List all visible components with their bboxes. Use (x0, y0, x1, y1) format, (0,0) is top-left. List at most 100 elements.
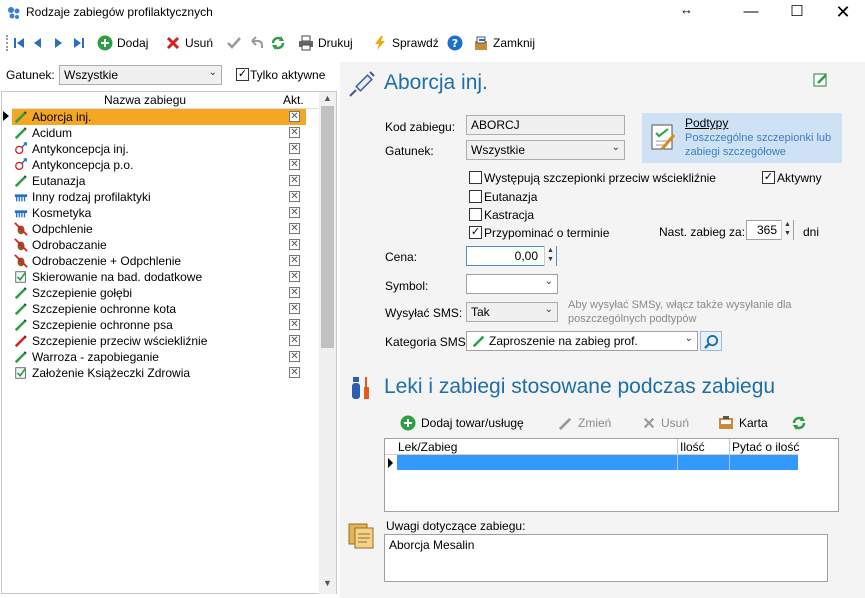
maximize-button[interactable]: ☐ (774, 0, 820, 26)
reminder-label: Przypominać o terminie (484, 226, 610, 240)
active-checkbox[interactable]: ✕ (289, 335, 300, 346)
active-checkbox[interactable]: ✕ (289, 303, 300, 314)
list-item[interactable]: Odpchlenie ✕ (12, 221, 306, 237)
active-checkbox[interactable]: ✕ (289, 191, 300, 202)
syringe-icon (14, 303, 27, 316)
chevron-down-icon: ⌄ (684, 333, 693, 344)
minimize-button[interactable]: — (728, 0, 774, 26)
sms-category-select[interactable]: Zaproszenie na zabieg prof. ⌄ (466, 331, 698, 351)
list-item[interactable]: Antykoncepcja p.o. ✕ (12, 157, 306, 173)
list-item[interactable]: Szczepienie ochronne kota ✕ (12, 301, 306, 317)
list-item[interactable]: Eutanazja ✕ (12, 173, 306, 189)
meds-grid-new-row[interactable] (397, 455, 798, 470)
list-item[interactable]: Odrobaczenie + Odpchlenie ✕ (12, 253, 306, 269)
last-record-button[interactable] (70, 33, 86, 53)
list-item[interactable]: Kosmetyka ✕ (12, 205, 306, 221)
active-checkbox[interactable]: ✕ (289, 159, 300, 170)
active-checkbox[interactable]: ✕ (289, 271, 300, 282)
delete-item-button[interactable]: Usuń (642, 414, 689, 432)
active-checkbox[interactable]: ✕ (289, 287, 300, 298)
check-button[interactable]: Sprawdź (372, 33, 439, 53)
active-checkbox[interactable]: ✕ (289, 351, 300, 362)
code-label: Kod zabiegu: (385, 120, 456, 134)
list-item-name: Inny rodzaj profilaktyki (32, 190, 151, 204)
active-checkbox[interactable]: ✕ (289, 111, 300, 122)
pencil-icon (558, 417, 572, 430)
species-filter-select[interactable]: Wszystkie ⌄ (59, 65, 222, 85)
save-button[interactable] (226, 33, 242, 53)
edit-icon[interactable] (813, 72, 829, 88)
lightning-icon (375, 36, 385, 50)
price-stepper[interactable]: ▲ ▼ (544, 246, 556, 266)
syringe-icon (14, 127, 27, 140)
reminder-checkbox[interactable]: ✓ (469, 226, 482, 239)
card-label: Karta (739, 416, 768, 430)
add-item-button[interactable]: Dodaj towar/usługę (400, 414, 524, 432)
active-checkbox[interactable]: ✕ (289, 319, 300, 330)
active-checkbox[interactable]: ✕ (289, 255, 300, 266)
column-header-item[interactable]: Lek/Zabieg (398, 440, 457, 454)
active-checkbox[interactable]: ✕ (289, 367, 300, 378)
rabies-vaccine-label: Występują szczepionki przeciw wściekliźn… (484, 171, 716, 185)
list-item-name: Szczepienie przeciw wściekliźnie (32, 334, 208, 348)
active-checkbox[interactable]: ✓ (762, 171, 775, 184)
refresh-button[interactable] (270, 33, 286, 53)
list-item[interactable]: Inny rodzaj profilaktyki ✕ (12, 189, 306, 205)
delete-button-label: Usuń (185, 36, 214, 50)
symbol-label: Symbol: (385, 279, 429, 293)
prev-record-button[interactable] (30, 33, 46, 53)
column-header-qty[interactable]: Ilość (680, 440, 705, 454)
active-checkbox[interactable]: ✕ (289, 143, 300, 154)
refresh-items-button[interactable] (791, 414, 807, 432)
symbol-select[interactable]: ⌄ (466, 274, 558, 294)
scrollbar-thumb[interactable] (321, 106, 334, 348)
list-item[interactable]: Skierowanie na bad. dodatkowe ✕ (12, 269, 306, 285)
sms-select[interactable]: Tak ⌄ (466, 302, 558, 322)
delete-button[interactable]: Usuń (165, 33, 213, 53)
card-icon (719, 416, 733, 429)
resize-icon[interactable]: ↔ (680, 2, 693, 17)
scroll-down-icon[interactable]: ▼ (319, 578, 336, 592)
notes-textarea[interactable]: Aborcja Mesalin (384, 534, 828, 582)
list-item[interactable]: Odrobaczanie ✕ (12, 237, 306, 253)
list-item[interactable]: Szczepienie przeciw wściekliźnie ✕ (12, 333, 306, 349)
castration-checkbox[interactable] (469, 208, 482, 221)
scroll-up-icon[interactable]: ▲ (319, 93, 336, 105)
column-header-ask-qty[interactable]: Pytać o ilość (732, 440, 799, 454)
print-button[interactable]: Drukuj (298, 33, 353, 53)
list-item[interactable]: Antykoncepcja inj. ✕ (12, 141, 306, 157)
add-button[interactable]: Dodaj (97, 33, 148, 53)
active-checkbox[interactable]: ✕ (289, 127, 300, 138)
list-item[interactable]: Założenie Książeczki Zdrowia ✕ (12, 365, 306, 381)
active-checkbox[interactable]: ✕ (289, 239, 300, 250)
list-item[interactable]: Aborcja inj. ✕ (12, 109, 306, 125)
species-select[interactable]: Wszystkie ⌄ (466, 140, 625, 160)
close-window-button[interactable]: ✕ (820, 0, 865, 26)
list-item-name: Eutanazja (32, 174, 86, 188)
sms-category-search-button[interactable] (700, 331, 722, 351)
euthanasia-checkbox[interactable] (469, 190, 482, 203)
active-checkbox[interactable]: ✕ (289, 207, 300, 218)
active-checkbox[interactable]: ✕ (289, 223, 300, 234)
list-item[interactable]: Acidum ✕ (12, 125, 306, 141)
contraception-icon (15, 158, 27, 171)
only-active-checkbox[interactable]: ✓ (236, 68, 249, 81)
list-item[interactable]: Szczepienie ochronne psa ✕ (12, 317, 306, 333)
column-header-name[interactable]: Nazwa zabiegu (104, 93, 186, 107)
rabies-vaccine-checkbox[interactable] (469, 171, 482, 184)
active-checkbox[interactable]: ✕ (289, 175, 300, 186)
code-field[interactable]: ABORCJ (466, 115, 625, 135)
list-item[interactable]: Szczepienie gołębi ✕ (12, 285, 306, 301)
add-circle-icon (400, 415, 416, 431)
first-record-button[interactable] (12, 33, 28, 53)
undo-button[interactable] (248, 33, 264, 53)
change-item-button[interactable]: Zmień (558, 414, 611, 432)
days-stepper[interactable]: ▲ ▼ (781, 220, 793, 240)
card-button[interactable]: Karta (718, 414, 768, 432)
next-record-button[interactable] (50, 33, 66, 53)
help-button[interactable]: ? (447, 33, 463, 53)
column-header-active[interactable]: Akt. (283, 93, 304, 107)
list-item[interactable]: Warroza - zapobieganie ✕ (12, 349, 306, 365)
syringe-icon (14, 175, 27, 188)
close-button[interactable]: Zamknij (473, 33, 535, 53)
